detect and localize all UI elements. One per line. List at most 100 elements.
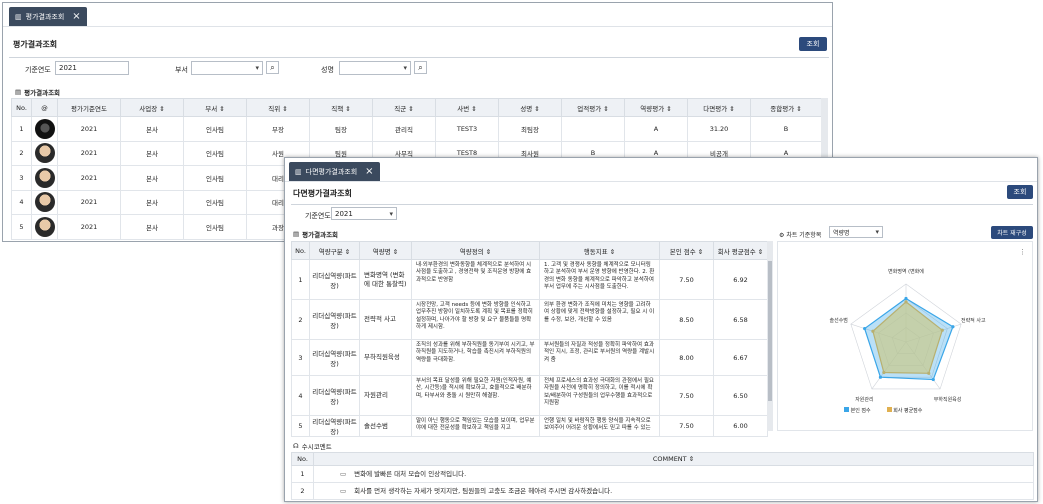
radar-category-label: 변화명역 (변화에 [888, 268, 924, 275]
tab-multi-evaluation[interactable]: ▥ 다면평가결과조회 × [289, 162, 380, 181]
column-header[interactable]: COMMENT ⇕ [313, 452, 1034, 466]
cell-avg: 6.92 [713, 259, 768, 300]
name-label: 성명 [321, 66, 334, 74]
radar-point[interactable] [878, 375, 883, 379]
chart-icon: ▥ [15, 12, 22, 21]
column-header[interactable]: 역량명 ⇕ [359, 241, 412, 260]
radar-chart: 변화명역 (변화에전략적 사고부하직원육성 자원관리 솔선수범 [830, 268, 986, 403]
avatar [34, 216, 55, 237]
page-title: 평가결과조회 [13, 40, 58, 49]
cell-site: 본사 [120, 116, 184, 142]
name-select[interactable] [339, 61, 411, 75]
table-header: No. COMMENT ⇕ [291, 452, 1034, 466]
column-header[interactable]: 종합평가 ⇕ [750, 98, 822, 117]
comment-icon: ▭ [340, 469, 347, 478]
cell-year: 2021 [57, 140, 121, 166]
cell-perf [561, 116, 625, 142]
column-header[interactable]: 역량평가 ⇕ [624, 98, 688, 117]
dept-search-icon[interactable]: ⌕ [266, 61, 279, 74]
dept-select[interactable] [191, 61, 263, 75]
competency-table: No. 역량구분 ⇕ 역량명 ⇕ 역량정의 ⇕ 행동지표 ⇕ 본인 점수 ⇕ 회사 평균점수… [291, 241, 768, 437]
table-row[interactable]: 1 리더십역량(파트장) 변화명역 (변화에 대한 통찰력) 내·외부환경의 변화동향… [291, 259, 768, 300]
column-header[interactable]: 사업장 ⇕ [120, 98, 184, 117]
radar-point[interactable] [904, 300, 908, 304]
cell-name: 부하직원육성 [359, 339, 412, 376]
row-number: 2 [11, 140, 32, 166]
column-header[interactable]: @ [31, 98, 58, 117]
radar-point[interactable] [863, 326, 867, 331]
table-row[interactable]: 4 리더십역량(파트장) 자원관리 부서의 목표 달성을 위해 필요한 자원(인적자원… [291, 375, 768, 416]
column-header[interactable]: 직위 ⇕ [246, 98, 310, 117]
avatar [34, 192, 55, 213]
column-header[interactable]: 사번 ⇕ [435, 98, 499, 117]
cell-def: 조직의 성과를 위해 부하직원을 동기부여 시키고, 부하직원을 지도하거나, … [411, 339, 540, 376]
radar-point[interactable] [951, 325, 955, 329]
tab-evaluation-result[interactable]: ▥ 평가결과조회 × [9, 7, 87, 26]
column-header[interactable]: No. [291, 452, 314, 466]
cell-year: 2021 [57, 214, 121, 240]
column-header[interactable]: 역량정의 ⇕ [411, 241, 540, 260]
close-icon[interactable]: × [365, 166, 373, 177]
radar-point[interactable] [927, 371, 931, 375]
row-number: 1 [11, 116, 32, 142]
radar-point[interactable] [871, 329, 875, 333]
cell-avg: 6.50 [713, 375, 768, 416]
table-row[interactable]: 5 리더십역량(파트장) 솔선수범 말이 아닌 행동으로 책임있는 모습을 보이며, … [291, 415, 768, 437]
table-row[interactable]: 1 2021 본사 인사팀 부장 팀장 관리직 TEST3 최팀장 A 31.20 B [11, 116, 822, 142]
radar-point[interactable] [940, 328, 944, 332]
column-header[interactable]: 직책 ⇕ [309, 98, 373, 117]
scrollbar[interactable] [767, 241, 773, 431]
close-icon[interactable]: × [72, 11, 80, 22]
column-header[interactable]: No. [291, 241, 310, 260]
cell-year: 2021 [57, 165, 121, 191]
comment-text: 회사를 먼저 생각하는 자세가 멋지지만, 팀원들의 고충도 조금은 헤아려 주… [354, 486, 613, 495]
column-header[interactable]: 평가기준연도 [57, 98, 121, 117]
comment-row[interactable]: 2 ▭ 회사를 먼저 생각하는 자세가 멋지지만, 팀원들의 고충도 조금은 헤아려… [291, 482, 1034, 500]
settings-icon: ⚙ [779, 232, 785, 239]
cell-self: 8.50 [659, 299, 714, 340]
chart-reset-button[interactable]: 차트 재구성 [991, 226, 1033, 239]
section-label: 평가결과조회 [24, 89, 61, 97]
radar-point[interactable] [882, 370, 886, 375]
column-header[interactable]: 회사 평균점수 ⇕ [713, 241, 768, 260]
cell-id: TEST3 [435, 116, 499, 142]
search-button[interactable]: 조회 [799, 37, 827, 51]
column-header[interactable]: 업적평가 ⇕ [561, 98, 625, 117]
name-search-icon[interactable]: ⌕ [414, 61, 427, 74]
table-row[interactable]: 2 리더십역량(파트장) 전략적 사고 시장전망, 고객 needs 등에 변화 방향… [291, 299, 768, 340]
column-header[interactable]: 성명 ⇕ [498, 98, 562, 117]
legend-self[interactable]: 본인 점수 [844, 407, 871, 414]
column-header[interactable]: 직군 ⇕ [372, 98, 436, 117]
chart-criteria-select[interactable]: 역량명 [829, 226, 883, 238]
cell-comp: A [624, 116, 688, 142]
cell-no: 1 [291, 259, 310, 300]
avatar [34, 167, 55, 188]
comment-row[interactable]: 1 ▭ 변화에 발빠른 대처 모습이 인상적입니다. [291, 465, 1034, 483]
cell-name: 솔선수범 [359, 415, 412, 437]
column-header[interactable]: 역량구분 ⇕ [309, 241, 360, 260]
search-button[interactable]: 조회 [1007, 185, 1033, 199]
year-select[interactable]: 2021 [331, 207, 397, 220]
column-header[interactable]: 본인 점수 ⇕ [659, 241, 714, 260]
column-header[interactable]: 다면평가 ⇕ [687, 98, 751, 117]
table-row[interactable]: 3 리더십역량(파트장) 부하직원육성 조직의 성과를 위해 부하직원을 동기부여 시… [291, 339, 768, 376]
cell-name: 변화명역 (변화에 대한 통찰력) [359, 259, 412, 300]
column-header[interactable]: No. [11, 98, 32, 117]
year-input[interactable]: 2021 [55, 61, 129, 75]
cell-total: B [750, 116, 822, 142]
table-icon: ▤ [15, 88, 22, 96]
radar-chart-panel: ⋮ 변화명역 (변화에 전략적 사고 부하직원육성 자원관리 솔선수범 본인 점수 회사… [777, 241, 1033, 431]
radar-series-1[interactable] [872, 301, 943, 374]
chart-icon: ▥ [295, 167, 302, 176]
avatar [34, 118, 55, 139]
column-header[interactable]: 부서 ⇕ [183, 98, 247, 117]
legend-avg[interactable]: 회사 평균점수 [886, 407, 922, 414]
cell-multi: 31.20 [687, 116, 751, 142]
column-header[interactable]: 행동지표 ⇕ [539, 241, 660, 260]
radar-point[interactable] [931, 377, 935, 382]
cell-cat: 리더십역량(파트장) [309, 299, 360, 340]
comment-icon: ▭ [340, 486, 347, 495]
radar-point[interactable] [904, 296, 908, 301]
cell-self: 7.50 [659, 375, 714, 416]
table-header: No. @ 평가기준연도 사업장 ⇕ 부서 ⇕ 직위 ⇕ 직책 ⇕ 직군 ⇕ 사번 ⇕ 성명 ⇕ 업… [11, 98, 822, 117]
